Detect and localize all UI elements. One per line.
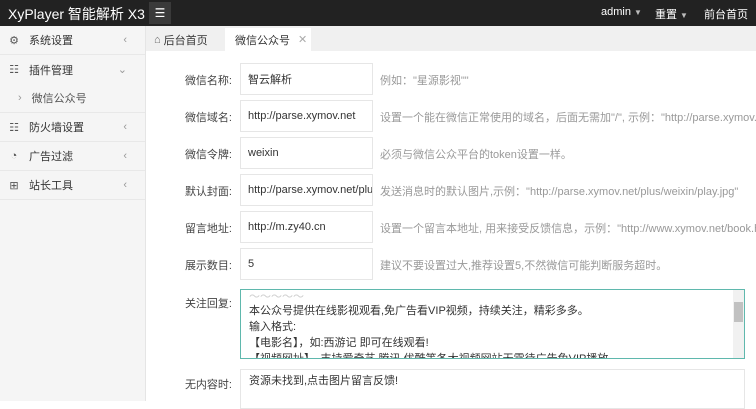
field-label: 微信域名:	[184, 112, 232, 124]
follow-reply-textarea[interactable]: ～～～～～ 本公众号提供在线影视观看,免广告看VIP视频，持续关注，精彩多多。 …	[240, 289, 745, 359]
guestbook-url-input[interactable]: http://m.zy40.cn	[240, 211, 373, 243]
field-label: 展示数目:	[184, 260, 232, 272]
wechat-name-input[interactable]: 智云解析	[240, 63, 373, 95]
textarea-value: 资源未找到,点击图片留言反馈!	[249, 375, 399, 387]
field-hint: 设置一个能在微信正常使用的域名，后面无需加"/", 示例："http://par…	[380, 112, 756, 124]
field-label: 微信令牌:	[184, 149, 232, 161]
chevron-left-icon: ‹	[123, 121, 127, 133]
top-bar: XyPlayer 智能解析 X3 ☰ admin ▼ 重置 ▼ 前台首页	[0, 0, 756, 26]
field-hint: 建议不要设置过大,推荐设置5,不然微信可能判断服务超时。	[380, 260, 668, 272]
sidebar-subitem-wechat[interactable]: › 微信公众号	[0, 84, 145, 113]
tab-bar: ⌂ 后台首页 微信公众号 ✕	[146, 26, 756, 51]
field-hint: 必须与微信公众平台的token设置一样。	[380, 149, 572, 161]
tab-label: 微信公众号	[235, 34, 290, 47]
sidebar-item-label: 站长工具	[29, 180, 73, 192]
textarea-line: 【视频网址】，支持爱奇艺,腾讯,优酷等各大视频网站无需待广告免VIP播放	[249, 353, 609, 359]
sidebar: ⚙ 系统设置 ‹ ☷ 插件管理 ⌄ › 微信公众号 ☷ 防火墙设置 ‹ ◔ 广告过滤 ‹ ⊞ 站长工…	[0, 26, 146, 401]
field-label: 关注回复:	[184, 298, 232, 310]
tab-home[interactable]: ⌂ 后台首页	[154, 28, 208, 51]
sidebar-item-label: 微信公众号	[31, 93, 87, 105]
sidebar-item-label: 插件管理	[29, 64, 73, 77]
gear-icon: ⚙	[9, 34, 19, 47]
sidebar-item-adfilter[interactable]: ◔ 广告过滤 ‹	[0, 142, 145, 171]
field-label: 微信名称:	[184, 75, 232, 87]
list-icon: ☷	[9, 64, 19, 76]
frontend-link[interactable]: 前台首页	[704, 6, 748, 22]
chevron-down-icon: ⌄	[117, 64, 127, 76]
sidebar-item-system[interactable]: ⚙ 系统设置 ‹	[0, 26, 145, 55]
caret-down-icon: ▼	[633, 8, 642, 17]
textarea-line: 输入格式:	[249, 321, 297, 333]
user-name: admin	[601, 6, 631, 18]
chart-icon: ◔	[10, 150, 18, 162]
home-icon: ⌂	[154, 33, 161, 46]
grid-icon: ⊞	[9, 179, 19, 192]
user-menu[interactable]: admin ▼	[601, 6, 642, 18]
sidebar-item-plugins[interactable]: ☷ 插件管理 ⌄	[0, 55, 145, 84]
wechat-domain-input[interactable]: http://parse.xymov.net	[240, 100, 373, 132]
chevron-left-icon: ‹	[123, 150, 127, 162]
reset-label: 重置	[655, 9, 677, 21]
reset-menu[interactable]: 重置 ▼	[655, 6, 688, 22]
sidebar-item-tools[interactable]: ⊞ 站长工具 ‹	[0, 171, 145, 200]
chevron-left-icon: ‹	[123, 34, 127, 46]
app-title: XyPlayer 智能解析 X3	[8, 6, 145, 22]
sidebar-item-label: 防火墙设置	[29, 122, 84, 134]
scrollbar-thumb[interactable]	[734, 302, 743, 322]
textarea-line: 本公众号提供在线影视观看,免广告看VIP视频，持续关注，精彩多多。	[249, 305, 589, 317]
field-label: 默认封面:	[184, 186, 232, 198]
field-hint: 设置一个留言本地址, 用来接受反馈信息，示例："http://www.xymov…	[380, 223, 756, 235]
field-label: 无内容时:	[184, 379, 232, 391]
wechat-token-input[interactable]: weixin	[240, 137, 373, 169]
chevron-left-icon: ‹	[123, 179, 127, 191]
list-icon: ☷	[9, 121, 19, 134]
tab-wechat[interactable]: 微信公众号 ✕	[225, 28, 311, 51]
field-hint: 例如："星源影视""	[380, 75, 469, 87]
field-hint: 发送消息时的默认图片,示例："http://parse.xymov.net/pl…	[380, 186, 739, 198]
field-label: 留言地址:	[184, 223, 232, 235]
textarea-line: 【电影名】，如:西游记 即可在线观看!	[249, 337, 429, 349]
chevron-right-icon: ›	[18, 92, 22, 104]
no-content-textarea[interactable]: 资源未找到,点击图片留言反馈!	[240, 369, 745, 409]
caret-down-icon: ▼	[680, 11, 688, 20]
default-cover-input[interactable]: http://parse.xymov.net/plus/weixin/play.…	[240, 174, 373, 206]
sidebar-item-label: 系统设置	[29, 35, 73, 47]
tab-label: 后台首页	[163, 34, 208, 47]
display-count-input[interactable]: 5	[240, 248, 373, 280]
menu-toggle-icon[interactable]: ☰	[149, 2, 171, 24]
sidebar-item-label: 广告过滤	[29, 151, 73, 163]
scrollbar[interactable]	[733, 290, 744, 358]
sidebar-item-firewall[interactable]: ☷ 防火墙设置 ‹	[0, 113, 145, 142]
close-icon[interactable]: ✕	[298, 33, 307, 46]
blurred-line: ～～～～～	[249, 291, 304, 303]
